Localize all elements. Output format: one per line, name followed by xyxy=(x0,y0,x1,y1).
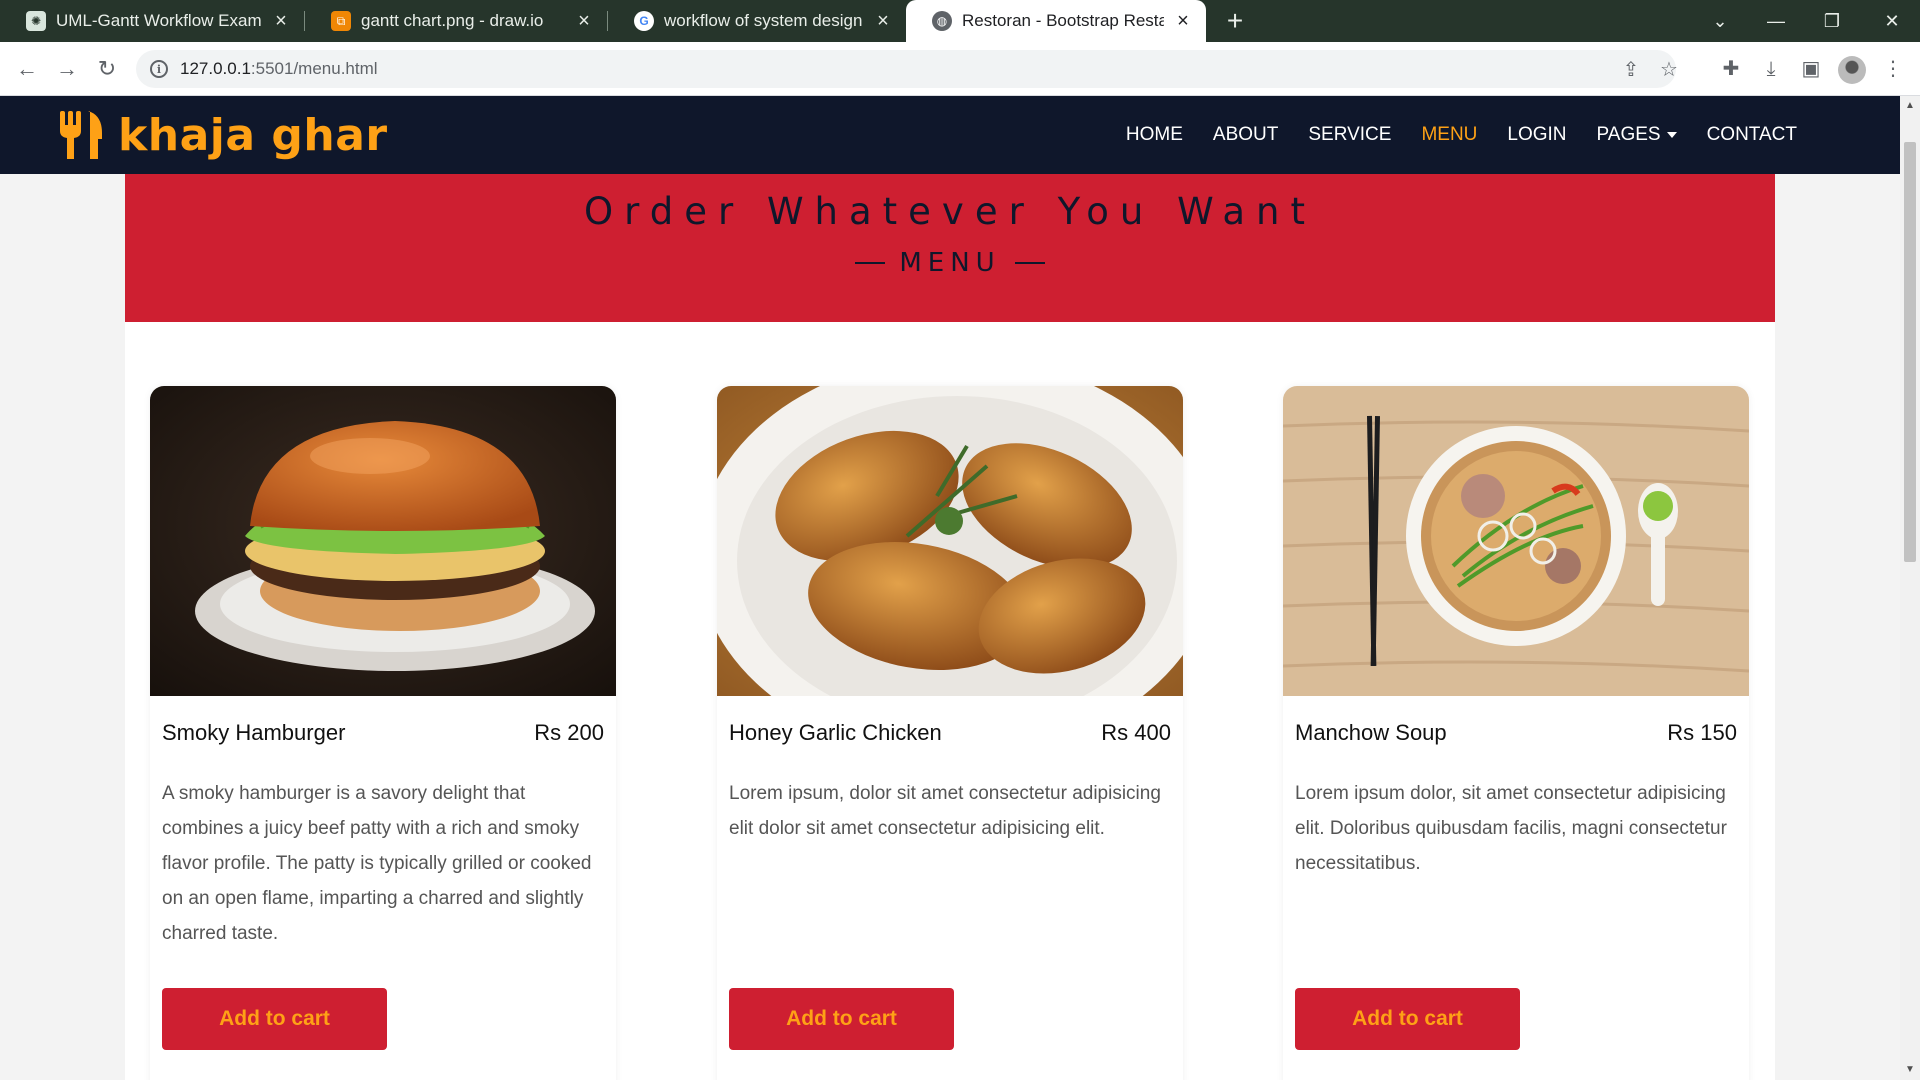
menu-card: Manchow Soup Rs 150 Lorem ipsum dolor, s… xyxy=(1283,386,1749,1080)
add-to-cart-button[interactable]: Add to cart xyxy=(1295,988,1520,1050)
restore-button[interactable]: ❐ xyxy=(1804,0,1860,42)
page-viewport: khaja ghar HOME ABOUT SERVICE MENU LOGIN… xyxy=(0,96,1900,1080)
brand-logo[interactable]: khaja ghar xyxy=(58,106,388,164)
site-navbar: khaja ghar HOME ABOUT SERVICE MENU LOGIN… xyxy=(0,96,1900,174)
item-price: Rs 200 xyxy=(534,720,604,745)
info-icon[interactable]: i xyxy=(150,60,168,78)
tab-title: Restoran - Bootstrap Restaurant xyxy=(962,11,1164,30)
browser-tab-active[interactable]: ◍ Restoran - Bootstrap Restaurant × xyxy=(906,0,1206,42)
brand-name: khaja ghar xyxy=(118,109,388,161)
tab-search-chevron-icon[interactable]: ⌄ xyxy=(1692,0,1748,42)
google-icon: G xyxy=(634,11,654,31)
item-name: Manchow Soup xyxy=(1295,720,1447,745)
browser-tab[interactable]: ✺ UML-Gantt Workflow Example × xyxy=(0,0,304,42)
main-menu: HOME ABOUT SERVICE MENU LOGIN PAGES CONT… xyxy=(1111,96,1812,174)
extensions-icon[interactable]: ✚ xyxy=(1716,54,1746,84)
close-window-button[interactable]: ✕ xyxy=(1864,0,1920,42)
back-arrow-icon[interactable]: ← xyxy=(12,54,42,84)
nav-pages-label: PAGES xyxy=(1596,124,1661,145)
item-description: Lorem ipsum, dolor sit amet consectetur … xyxy=(729,783,1161,839)
soup-image xyxy=(1283,386,1749,696)
page-scrollbar[interactable]: ▲ ▼ xyxy=(1900,96,1920,1080)
more-menu-icon[interactable]: ⋮ xyxy=(1878,54,1908,84)
divider-line xyxy=(1014,262,1045,264)
globe-icon: ◍ xyxy=(932,11,952,31)
nav-pages-dropdown[interactable]: PAGES xyxy=(1582,124,1692,146)
download-icon[interactable]: ⤓ xyxy=(1756,54,1786,84)
add-to-cart-button[interactable]: Add to cart xyxy=(162,988,387,1050)
url-text: 127.0.0.1:5501/menu.html xyxy=(180,59,378,79)
item-description: Lorem ipsum dolor, sit amet consectetur … xyxy=(1295,783,1727,874)
caret-down-icon xyxy=(1666,132,1677,138)
nav-service[interactable]: SERVICE xyxy=(1293,124,1406,146)
close-icon[interactable]: × xyxy=(573,10,595,32)
drawio-icon: ⧉ xyxy=(331,11,351,31)
close-icon[interactable]: × xyxy=(872,10,894,32)
item-price: Rs 400 xyxy=(1101,720,1171,745)
hero-subtitle: MENU xyxy=(125,248,1775,278)
new-tab-button[interactable]: + xyxy=(1220,6,1250,36)
browser-tab[interactable]: G workflow of system design using × xyxy=(608,0,906,42)
star-icon[interactable]: ☆ xyxy=(1654,50,1684,88)
item-description: A smoky hamburger is a savory delight th… xyxy=(162,783,592,944)
nav-menu[interactable]: MENU xyxy=(1406,124,1492,146)
nav-home[interactable]: HOME xyxy=(1111,124,1198,146)
hero-subtitle-text: MENU xyxy=(899,248,1001,278)
chicken-image xyxy=(717,386,1183,696)
divider-line xyxy=(855,262,886,264)
minimize-button[interactable]: — xyxy=(1748,0,1804,42)
menu-card: Honey Garlic Chicken Rs 400 Lorem ipsum,… xyxy=(717,386,1183,1080)
hamburger-image xyxy=(150,386,616,696)
nav-login[interactable]: LOGIN xyxy=(1492,124,1581,146)
profile-avatar[interactable] xyxy=(1838,56,1866,84)
close-icon[interactable]: × xyxy=(1172,10,1194,32)
add-to-cart-button[interactable]: Add to cart xyxy=(729,988,954,1050)
menu-section: Order Whatever You Want MENU Smoky Hambu… xyxy=(125,174,1775,1080)
forward-arrow-icon[interactable]: → xyxy=(52,54,82,84)
url-path: :5501/menu.html xyxy=(250,59,378,78)
close-icon[interactable]: × xyxy=(270,10,292,32)
browser-tab[interactable]: ⧉ gantt chart.png - draw.io × xyxy=(305,0,607,42)
chatgpt-icon: ✺ xyxy=(26,11,46,31)
menu-card: Smoky Hamburger Rs 200 A smoky hamburger… xyxy=(150,386,616,1080)
hero-banner: Order Whatever You Want MENU xyxy=(125,174,1775,322)
scroll-thumb[interactable] xyxy=(1904,142,1916,562)
reload-icon[interactable]: ↻ xyxy=(92,54,122,84)
scroll-down-arrow-icon[interactable]: ▼ xyxy=(1904,1064,1916,1076)
share-icon[interactable]: ⇪ xyxy=(1616,50,1646,88)
hero-title: Order Whatever You Want xyxy=(584,190,1316,233)
tab-title: UML-Gantt Workflow Example xyxy=(56,11,262,30)
tab-title: gantt chart.png - draw.io xyxy=(361,11,544,30)
tab-title: workflow of system design using xyxy=(664,11,864,30)
nav-about[interactable]: ABOUT xyxy=(1198,124,1293,146)
scroll-up-arrow-icon[interactable]: ▲ xyxy=(1904,100,1916,112)
url-host: 127.0.0.1 xyxy=(180,59,251,78)
browser-toolbar: ← → ↻ i 127.0.0.1:5501/menu.html ⇪ ☆ ✚ ⤓… xyxy=(0,42,1920,96)
browser-tab-strip: ✺ UML-Gantt Workflow Example × ⧉ gantt c… xyxy=(0,0,1920,42)
address-bar[interactable]: i 127.0.0.1:5501/menu.html ⇪ ☆ xyxy=(136,50,1678,88)
item-name: Honey Garlic Chicken xyxy=(729,720,942,745)
item-name: Smoky Hamburger xyxy=(162,720,346,745)
item-price: Rs 150 xyxy=(1667,720,1737,745)
nav-contact[interactable]: CONTACT xyxy=(1692,124,1812,146)
utensils-icon xyxy=(60,111,102,159)
side-panel-icon[interactable]: ▣ xyxy=(1796,54,1826,84)
